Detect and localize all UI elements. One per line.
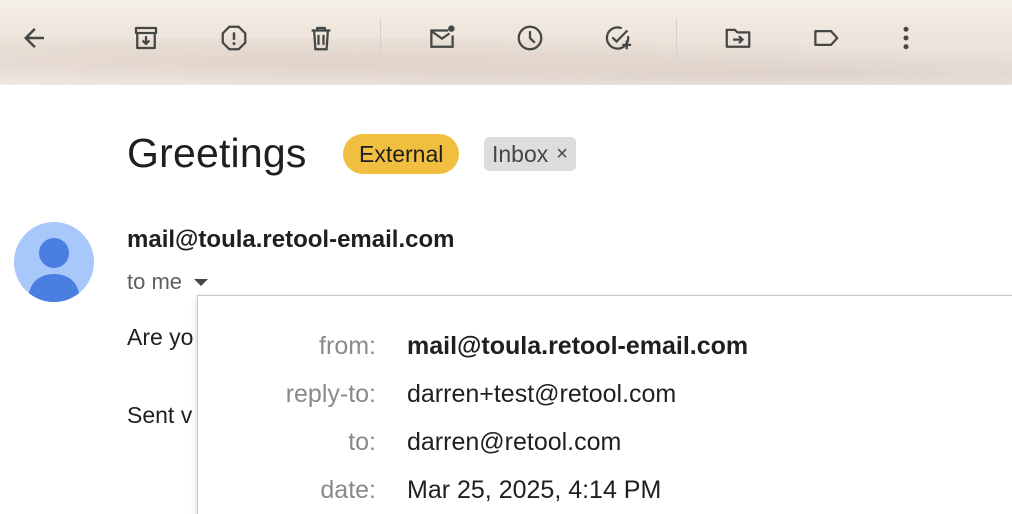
email-subject: Greetings (127, 130, 307, 176)
details-key: from: (319, 332, 376, 360)
details-value: darren@retool.com (407, 428, 622, 456)
report-spam-button[interactable] (214, 18, 254, 58)
details-row-to: to: darren@retool.com (198, 422, 1012, 462)
clock-icon (517, 25, 543, 51)
more-vert-icon (903, 26, 909, 50)
recipient-summary-text: to me (127, 269, 183, 294)
move-to-folder-icon (725, 28, 751, 48)
inbox-label-text: Inbox (492, 141, 549, 167)
mark-unread-icon (430, 25, 455, 48)
inbox-label-chip: Inbox × (484, 137, 576, 171)
email-body-line: Are yo (127, 324, 194, 350)
details-value: Mar 25, 2025, 4:14 PM (407, 476, 662, 504)
report-spam-icon (221, 25, 247, 51)
details-key: date: (320, 476, 376, 504)
snooze-button[interactable] (510, 18, 550, 58)
label-icon (814, 30, 839, 46)
trash-icon (311, 26, 331, 51)
more-options-button[interactable] (886, 18, 926, 58)
message-details-popover: from: mail@toula.retool-email.com reply-… (197, 295, 1012, 514)
label-button[interactable] (806, 18, 846, 58)
mark-unread-button[interactable] (422, 18, 462, 58)
details-row-from: from: mail@toula.retool-email.com (198, 326, 1012, 366)
sender-address[interactable]: mail@toula.retool-email.com (127, 226, 454, 254)
avatar[interactable] (14, 222, 94, 302)
remove-label-icon[interactable]: × (556, 137, 568, 171)
chevron-down-icon[interactable] (194, 278, 209, 286)
person-icon (28, 238, 80, 302)
add-task-button[interactable] (598, 18, 638, 58)
details-key: to: (348, 428, 376, 456)
toolbar-divider (676, 18, 677, 58)
toolbar (0, 0, 1012, 85)
details-value: mail@toula.retool-email.com (407, 332, 749, 360)
move-to-button[interactable] (718, 18, 758, 58)
archive-button[interactable] (126, 18, 166, 58)
details-row-reply-to: reply-to: darren+test@retool.com (198, 374, 1012, 414)
external-label-chip: External (343, 134, 460, 174)
add-task-icon (605, 26, 632, 50)
details-key: reply-to: (285, 380, 376, 408)
recipient-summary[interactable]: to me (127, 269, 209, 295)
toolbar-divider (380, 18, 381, 58)
details-value: darren+test@retool.com (407, 380, 677, 408)
archive-icon (134, 26, 158, 50)
back-button[interactable] (14, 18, 54, 58)
email-body-line: Sent v (127, 402, 193, 428)
delete-button[interactable] (301, 18, 341, 58)
details-row-date: date: Mar 25, 2025, 4:14 PM (198, 470, 1012, 510)
arrow-left-icon (24, 28, 44, 48)
